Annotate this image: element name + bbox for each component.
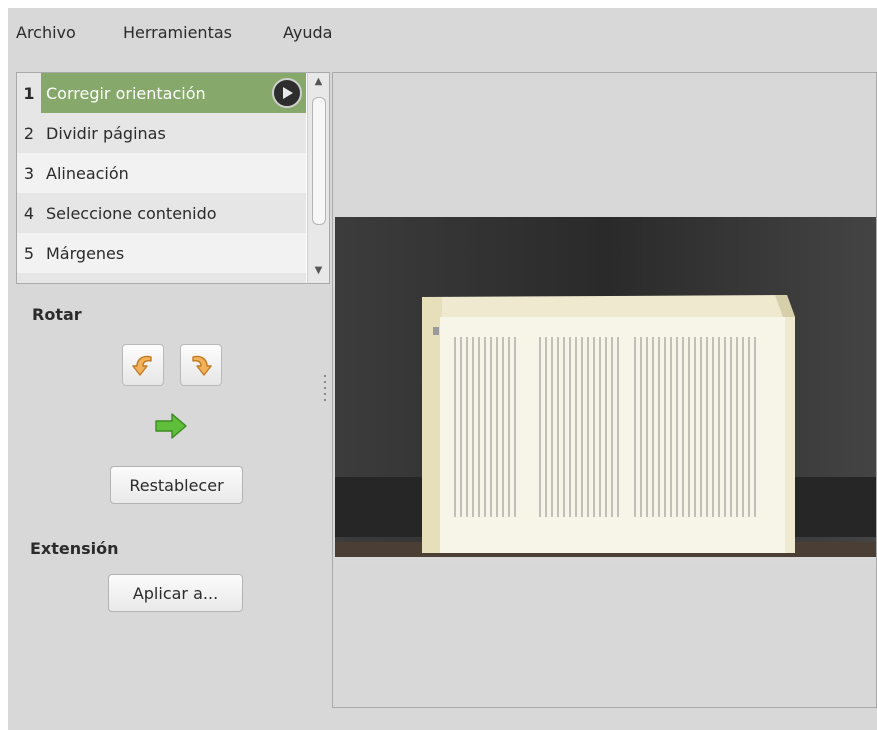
stage-number: 5 <box>23 243 35 263</box>
stage-item-margenes[interactable]: 5 Márgenes <box>17 233 306 273</box>
stage-label: Alineación <box>46 163 129 183</box>
scroll-down-icon[interactable]: ▼ <box>308 265 329 276</box>
reset-button[interactable]: Restablecer <box>110 466 243 504</box>
app-window: Archivo Herramientas Ayuda 1 Corregir or… <box>8 8 877 730</box>
stage-list-scrollbar[interactable]: ▲ ▼ <box>307 73 329 283</box>
stage-item-dividir-paginas[interactable]: 2 Dividir páginas <box>17 113 306 153</box>
stage-label: Corregir orientación <box>46 83 206 103</box>
stage-item-seleccione-contenido[interactable]: 4 Seleccione contenido <box>17 193 306 233</box>
scope-section-title: Extensión <box>30 539 119 558</box>
stage-number: 3 <box>23 163 35 183</box>
rotate-section-title: Rotar <box>32 305 82 324</box>
stage-list[interactable]: 1 Corregir orientación 2 Dividir páginas… <box>16 72 330 284</box>
green-arrow-right-icon <box>154 412 188 444</box>
stage-label: Márgenes <box>46 243 125 263</box>
rotate-left-icon <box>132 355 152 376</box>
menu-archivo[interactable]: Archivo <box>16 23 76 42</box>
menu-bar: Archivo Herramientas Ayuda <box>8 8 877 62</box>
rotate-right-icon <box>192 355 212 376</box>
splitter-handle[interactable] <box>323 371 327 411</box>
menu-herramientas[interactable]: Herramientas <box>123 23 232 42</box>
page-photo <box>335 217 876 566</box>
image-view[interactable] <box>332 72 877 708</box>
stage-item-alineacion[interactable]: 3 Alineación <box>17 153 306 193</box>
scroll-up-icon[interactable]: ▲ <box>308 76 329 87</box>
stage-number: 1 <box>17 73 41 113</box>
rotate-right-button[interactable] <box>180 344 222 386</box>
apply-to-button[interactable]: Aplicar a... <box>108 574 243 612</box>
stage-label: Dividir páginas <box>46 123 166 143</box>
stage-item-corregir-orientacion[interactable]: 1 Corregir orientación <box>17 73 306 113</box>
rotate-left-button[interactable] <box>122 344 164 386</box>
stage-number: 2 <box>23 123 35 143</box>
scroll-thumb[interactable] <box>312 97 326 225</box>
stage-label: Seleccione contenido <box>46 203 217 223</box>
menu-ayuda[interactable]: Ayuda <box>283 23 332 42</box>
stage-number: 4 <box>23 203 35 223</box>
stage-item-partial <box>17 273 306 283</box>
play-icon[interactable] <box>272 78 302 108</box>
